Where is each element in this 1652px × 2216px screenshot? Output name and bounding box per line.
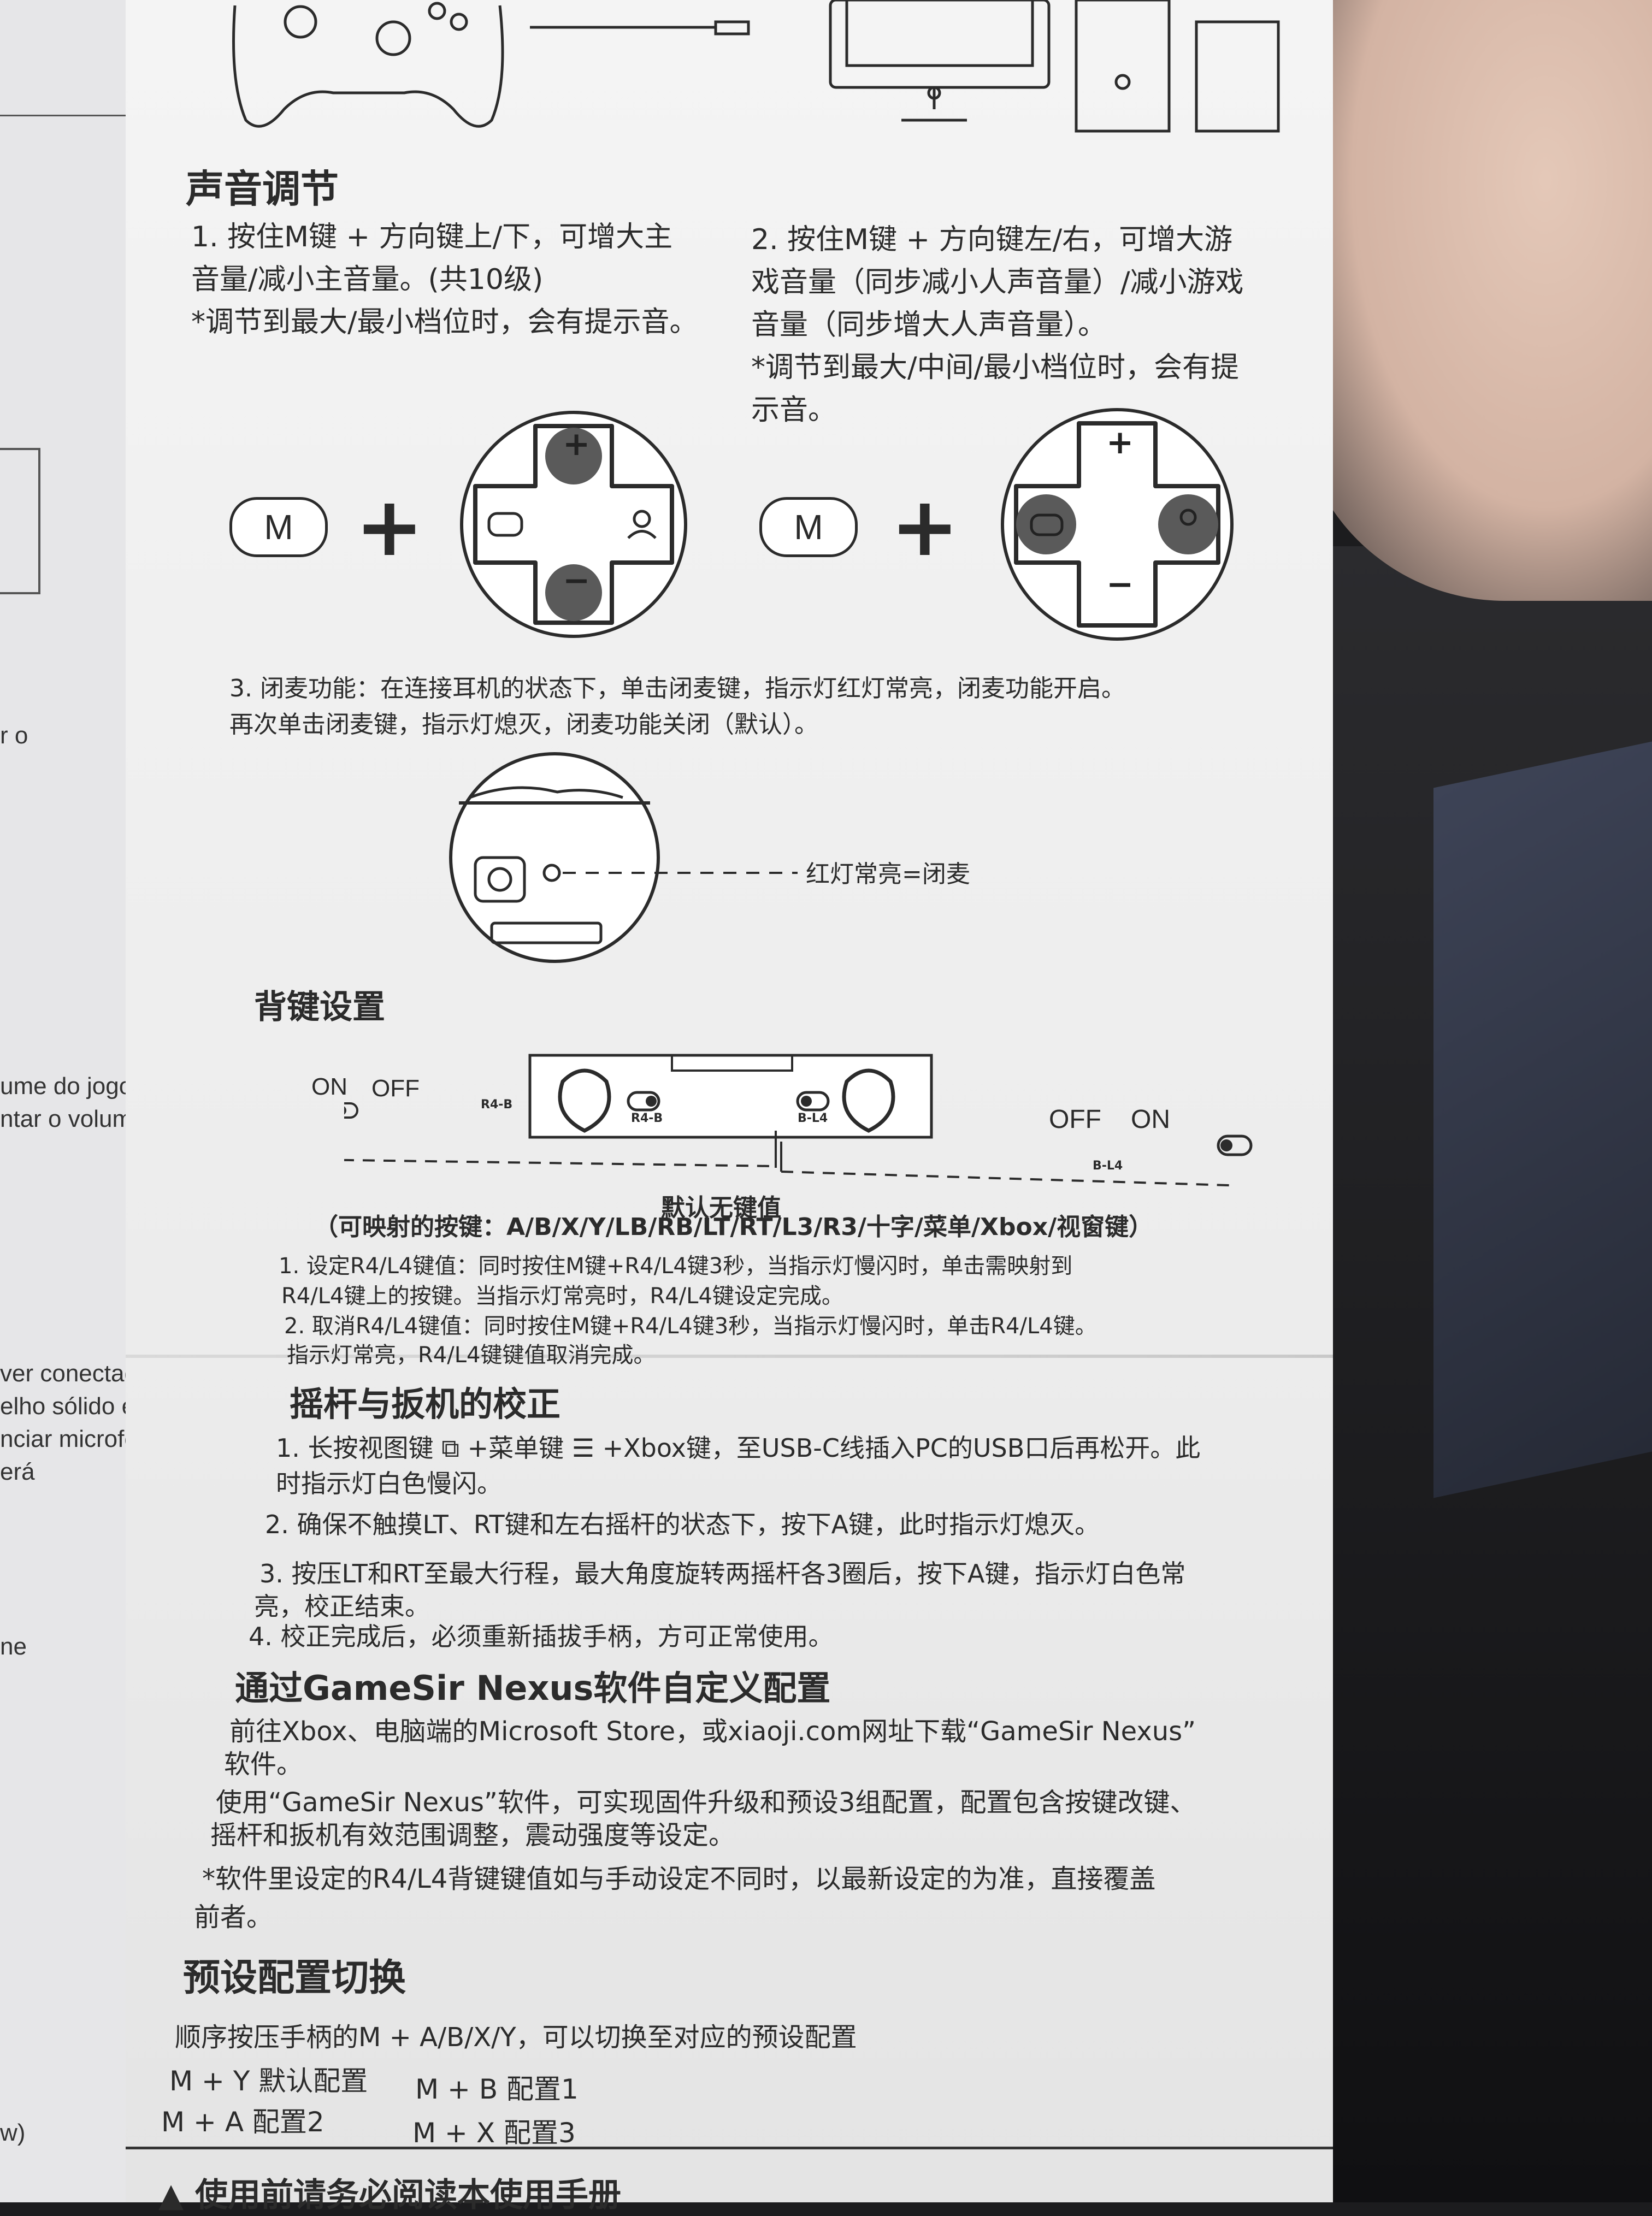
pc-tower-icon <box>1075 0 1171 133</box>
calib-step: 3. 按压LT和RT至最大行程，最大角度旋转两摇杆各3圈后，按下A键，指示灯白色… <box>259 1559 1186 1588</box>
nexus-note: 前者。 <box>194 1902 273 1933</box>
preset-combo: M + B 配置1 <box>415 2073 579 2105</box>
nexus-line: 前往Xbox、电脑端的Microsoft Store，或xiaoji.com网址… <box>229 1716 1196 1747</box>
dpad-minus-label: − <box>563 562 591 600</box>
preset-combo: M + Y 默认配置 <box>169 2065 368 2097</box>
volume-item2-note: 示音。 <box>751 394 837 427</box>
left-fragment: erá <box>0 1458 35 1485</box>
back-title: 背键设置 <box>254 988 385 1026</box>
calib-title: 摇杆与扳机的校正 <box>290 1384 561 1424</box>
plus-icon: + <box>355 480 424 575</box>
volume-item2-note: *调节到最大/中间/最小档位时，会有提 <box>751 351 1240 384</box>
volume-title: 声音调节 <box>186 167 339 211</box>
nexus-title: 通过GameSir Nexus软件自定义配置 <box>235 1668 831 1708</box>
nexus-line: 软件。 <box>224 1749 303 1780</box>
mic-line: 3. 闭麦功能：在连接耳机的状态下，单击闭麦键，指示灯红灯常亮，闭麦功能开启。 <box>229 675 1125 702</box>
volume-item1-line: 1. 按住M键 + 方向键上/下，可增大主 <box>191 221 673 253</box>
calib-step: 时指示灯白色慢闪。 <box>276 1469 502 1498</box>
dpad-minus-label: − <box>1106 565 1134 604</box>
r4-switch-label: R4-B <box>631 1112 663 1125</box>
background-hand <box>1297 0 1652 601</box>
bottom-rule <box>126 2147 1333 2149</box>
calib-step: 1. 长按视图键 ⧉ +菜单键 ☰ +Xbox键，至USB-C线插入PC的USB… <box>276 1433 1201 1463</box>
mic-line: 再次单击闭麦键，指示灯熄灭，闭麦功能关闭（默认）。 <box>229 711 818 738</box>
l4-switch-label: B-L4 <box>798 1112 828 1125</box>
dpad-left-icon <box>1016 494 1076 554</box>
left-fragment: ne <box>0 1633 27 1660</box>
back-step: 1. 设定R4/L4键值：同时按住M键+R4/L4键3秒，当指示灯慢闪时，单击需… <box>279 1254 1073 1279</box>
background-cloth <box>1433 741 1652 1498</box>
left-fragment: w) <box>0 2119 26 2146</box>
calib-step: 2. 确保不触摸LT、RT键和左右摇杆的状态下，按下A键，此时指示灯熄灭。 <box>265 1510 1100 1539</box>
nexus-note: *软件里设定的R4/L4背键键值如与手动设定不同时，以最新设定的为准，直接覆盖 <box>202 1864 1156 1894</box>
preset-title: 预设配置切换 <box>183 1957 406 2000</box>
console-icon <box>1195 20 1280 133</box>
nexus-line: 摇杆和扳机有效范围调整，震动强度等设定。 <box>210 1820 735 1851</box>
preset-combo: M + X 配置3 <box>412 2117 576 2149</box>
left-on-label: ON <box>311 1073 347 1100</box>
back-step: 2. 取消R4/L4键值：同时按住M键+R4/L4键3秒，当指示灯慢闪时，单击R… <box>284 1314 1097 1339</box>
l4-switch-label-right: B-L4 <box>1093 1159 1123 1173</box>
calib-step: 4. 校正完成后，必须重新插拔手柄，方可正常使用。 <box>249 1622 834 1651</box>
volume-item1-note: *调节到最大/最小档位时，会有提示音。 <box>191 306 698 339</box>
volume-item2-line: 音量（同步增大人声音量）。 <box>751 309 1107 341</box>
back-step: R4/L4键上的按键。当指示灯常亮时，R4/L4键设定完成。 <box>281 1284 843 1309</box>
left-fragment: r o <box>0 722 28 749</box>
left-box <box>0 448 40 594</box>
left-rule <box>0 115 126 116</box>
connection-illustration <box>232 0 1280 133</box>
volume-item2-line: 2. 按住M键 + 方向键左/右，可增大游 <box>751 223 1233 256</box>
volume-item1-line: 音量/减小主音量。(共10级) <box>191 263 544 296</box>
preset-combo: M + A 配置2 <box>161 2106 324 2138</box>
back-step: 指示灯常亮，R4/L4键键值取消完成。 <box>287 1343 656 1368</box>
cut-off-warning: ▲ 使用前请务必阅读本使用手册 <box>158 2176 622 2214</box>
mic-led-label: 红灯常亮=闭麦 <box>806 860 970 888</box>
controller-icon <box>232 5 504 128</box>
volume-item2-line: 戏音量（同步减小人声音量）/减小游戏 <box>751 266 1244 299</box>
left-fragment: ume do jogo <box>0 1073 133 1100</box>
m-key-icon: M <box>229 497 328 557</box>
preset-intro: 顺序按压手柄的M + A/B/X/Y，可以切换至对应的预设配置 <box>175 2022 857 2053</box>
paper-fold <box>126 1355 1333 1358</box>
plus-icon: + <box>890 480 959 575</box>
mappable-keys: （可映射的按键：A/B/X/Y/LB/RB/LT/RT/L3/R3/十字/菜单/… <box>314 1213 1153 1241</box>
dpad-plus-label: + <box>1106 423 1134 462</box>
left-fragment: ntar o volume <box>0 1106 146 1132</box>
m-key-icon: M <box>759 497 858 557</box>
r4-switch-label-left: R4-B <box>481 1098 513 1112</box>
instruction-sheet: 声音调节 1. 按住M键 + 方向键上/下，可增大主 音量/减小主音量。(共10… <box>126 0 1333 2214</box>
cable-icon <box>530 20 750 36</box>
dpad-plus-label: + <box>563 425 591 463</box>
monitor-icon <box>829 0 1051 89</box>
